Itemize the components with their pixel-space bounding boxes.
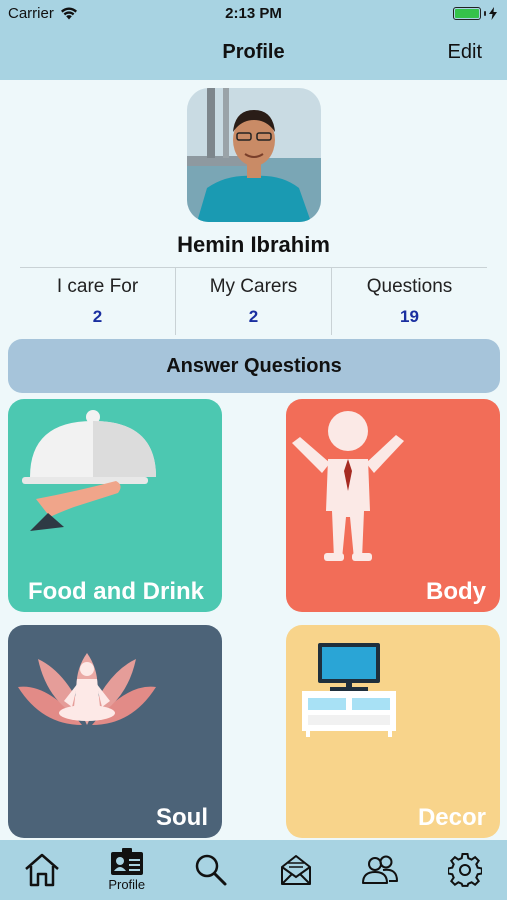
tab-profile[interactable]: Profile	[85, 840, 170, 900]
category-soul[interactable]: Soul	[8, 625, 222, 838]
profile-stats: I care For 2 My Carers 2 Questions 19	[20, 267, 487, 335]
tab-settings[interactable]	[423, 840, 507, 900]
battery-icon	[453, 7, 497, 20]
gear-icon	[447, 853, 482, 887]
stat-questions[interactable]: Questions 19	[331, 268, 487, 335]
category-food-and-drink[interactable]: Food and Drink	[8, 399, 222, 612]
home-icon	[25, 853, 60, 887]
charging-bolt-icon	[489, 7, 497, 20]
stat-value: 19	[400, 307, 419, 326]
envelope-icon	[280, 855, 311, 885]
tab-home[interactable]	[0, 840, 85, 900]
search-icon	[196, 854, 227, 886]
tab-messages[interactable]	[254, 840, 339, 900]
tab-label: Profile	[108, 877, 146, 892]
answer-questions-button[interactable]: Answer Questions	[8, 339, 500, 393]
tab-bar: Profile	[0, 840, 507, 900]
category-decor[interactable]: Decor	[286, 625, 500, 838]
page-title: Profile	[222, 41, 285, 63]
category-body[interactable]: Body	[286, 399, 500, 612]
tab-people[interactable]	[338, 840, 423, 900]
category-label: Soul	[156, 804, 208, 831]
stat-label: I care For	[56, 276, 139, 297]
stat-label: My Carers	[209, 276, 298, 297]
stat-value: 2	[248, 307, 259, 326]
category-label: Food and Drink	[28, 578, 204, 605]
status-bar: Carrier 2:13 PM	[0, 0, 507, 28]
stat-label: Questions	[366, 276, 453, 297]
tab-search[interactable]	[169, 840, 254, 900]
people-icon	[362, 855, 399, 884]
navigation-bar: Profile Edit	[0, 28, 507, 80]
avatar[interactable]	[187, 88, 321, 222]
category-label: Body	[426, 578, 486, 605]
profile-name: Hemin Ibrahim	[177, 232, 330, 257]
profile-card-icon	[110, 848, 143, 875]
stat-my-carers[interactable]: My Carers 2	[175, 268, 331, 335]
stat-i-care-for[interactable]: I care For 2	[20, 268, 175, 335]
category-label: Decor	[417, 804, 486, 831]
edit-button[interactable]: Edit	[448, 41, 482, 64]
clock: 2:13 PM	[225, 5, 282, 22]
stat-value: 2	[92, 307, 103, 326]
